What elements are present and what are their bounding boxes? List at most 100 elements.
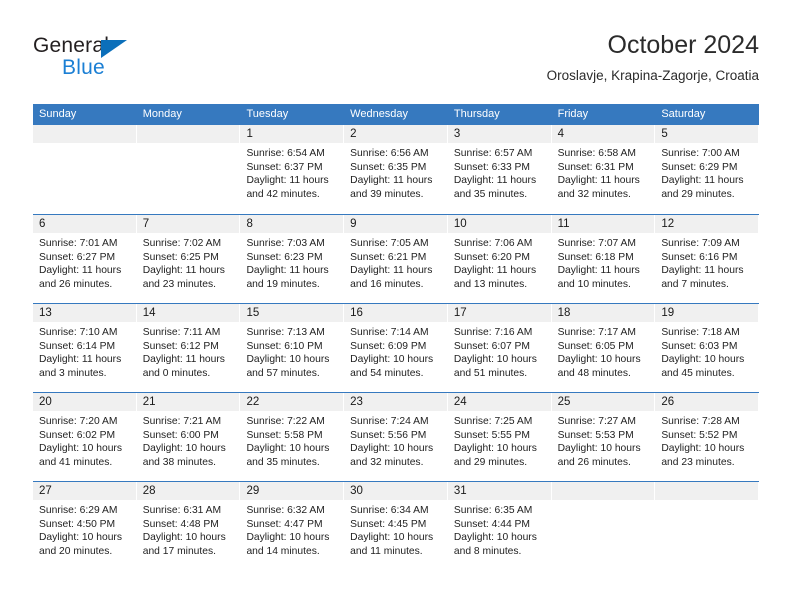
sunrise-text: Sunrise: 7:25 AM: [453, 416, 533, 427]
sunset-text: Sunset: 6:14 PM: [39, 340, 116, 352]
day-number: 6: [33, 215, 137, 233]
daylight-text-line2: and 13 minutes.: [453, 278, 528, 290]
calendar-day-cell[interactable]: 4 Sunrise: 6:58 AM Sunset: 6:31 PM Daylight…: [551, 125, 656, 214]
calendar-day-cell[interactable]: 19 Sunrise: 7:18 AM Sunset: 6:03 PM Dayligh…: [655, 304, 760, 392]
sunset-text: Sunset: 5:52 PM: [661, 429, 738, 441]
calendar-day-cell[interactable]: 21 Sunrise: 7:21 AM Sunset: 6:00 PM Dayligh…: [136, 393, 241, 481]
daylight-text-line2: and 32 minutes.: [557, 188, 631, 200]
calendar-day-cell[interactable]: 18 Sunrise: 7:17 AM Sunset: 6:05 PM Dayligh…: [551, 304, 656, 392]
day-sun-info: Sunrise: 7:16 AM Sunset: 6:07 PM Daylight:…: [448, 322, 552, 380]
day-sun-info: Sunrise: 7:00 AM Sunset: 6:29 PM Daylight:…: [655, 143, 759, 201]
calendar-day-cell-empty: [655, 482, 760, 570]
calendar-day-cell[interactable]: 20 Sunrise: 7:20 AM Sunset: 6:02 PM Dayligh…: [33, 393, 137, 481]
day-sun-info: Sunrise: 6:56 AM Sunset: 6:35 PM Daylight:…: [344, 143, 448, 201]
daylight-text-line1: Daylight: 11 hours: [142, 354, 225, 366]
calendar-day-cell[interactable]: 26 Sunrise: 7:28 AM Sunset: 5:52 PM Dayligh…: [655, 393, 760, 481]
daylight-text-line1: Daylight: 10 hours: [142, 532, 226, 544]
day-number: 5: [655, 125, 760, 143]
day-sun-info: Sunrise: 7:09 AM Sunset: 6:16 PM Daylight:…: [655, 233, 759, 291]
calendar-weeks: 1 Sunrise: 6:54 AM Sunset: 6:37 PM Daylight…: [33, 125, 760, 570]
calendar-day-cell[interactable]: 9 Sunrise: 7:05 AM Sunset: 6:21 PM Daylight…: [344, 215, 448, 303]
day-number: 31: [447, 482, 552, 500]
general-blue-logo: General Blue: [33, 34, 233, 84]
day-sun-info: Sunrise: 7:18 AM Sunset: 6:03 PM Daylight:…: [655, 322, 759, 380]
calendar-day-cell[interactable]: 15 Sunrise: 7:13 AM Sunset: 6:10 PM Dayligh…: [240, 304, 345, 392]
day-number: 12: [655, 215, 760, 233]
calendar-day-cell[interactable]: 23 Sunrise: 7:24 AM Sunset: 5:56 PM Dayligh…: [344, 393, 448, 481]
calendar-day-cell[interactable]: 25 Sunrise: 7:27 AM Sunset: 5:53 PM Dayligh…: [551, 393, 656, 481]
page-header: General Blue October 2024 Oroslavje, Kra…: [0, 0, 792, 100]
sunset-text: Sunset: 6:09 PM: [350, 340, 427, 352]
calendar-day-cell[interactable]: 24 Sunrise: 7:25 AM Sunset: 5:55 PM Dayligh…: [447, 393, 552, 481]
sunset-text: Sunset: 6:25 PM: [142, 251, 219, 263]
daylight-text-line1: Daylight: 10 hours: [453, 354, 537, 366]
daylight-text-line2: and 11 minutes.: [350, 545, 423, 557]
sunrise-text: Sunrise: 7:07 AM: [557, 238, 637, 249]
day-sun-info: Sunrise: 7:27 AM Sunset: 5:53 PM Daylight:…: [552, 411, 656, 469]
sunrise-text: Sunrise: 6:31 AM: [142, 505, 222, 516]
daylight-text-line1: Daylight: 10 hours: [246, 532, 330, 544]
daylight-text-line2: and 23 minutes.: [142, 278, 216, 290]
daylight-text-line1: Daylight: 11 hours: [661, 265, 744, 277]
day-sun-info: Sunrise: 7:10 AM Sunset: 6:14 PM Daylight:…: [33, 322, 137, 380]
daylight-text-line2: and 41 minutes.: [39, 456, 113, 468]
sunrise-text: Sunrise: 6:35 AM: [453, 505, 533, 516]
day-sun-info: Sunrise: 7:03 AM Sunset: 6:23 PM Daylight:…: [240, 233, 344, 291]
sunset-text: Sunset: 6:33 PM: [453, 161, 531, 173]
sunset-text: Sunset: 6:02 PM: [39, 429, 116, 441]
daylight-text-line2: and 57 minutes.: [246, 367, 320, 379]
sunrise-text: Sunrise: 6:57 AM: [453, 148, 533, 159]
calendar-day-cell[interactable]: 8 Sunrise: 7:03 AM Sunset: 6:23 PM Daylight…: [240, 215, 345, 303]
sunset-text: Sunset: 5:53 PM: [557, 429, 634, 441]
day-number: [551, 482, 656, 500]
calendar-week-row: 20 Sunrise: 7:20 AM Sunset: 6:02 PM Dayligh…: [33, 392, 760, 481]
calendar-day-cell[interactable]: 10 Sunrise: 7:06 AM Sunset: 6:20 PM Dayligh…: [447, 215, 552, 303]
calendar-day-cell[interactable]: 27 Sunrise: 6:29 AM Sunset: 4:50 PM Dayligh…: [33, 482, 137, 570]
weekday-header-row: Sunday Monday Tuesday Wednesday Thursday…: [33, 104, 759, 125]
calendar-day-cell[interactable]: 17 Sunrise: 7:16 AM Sunset: 6:07 PM Dayligh…: [447, 304, 552, 392]
calendar-day-cell[interactable]: 22 Sunrise: 7:22 AM Sunset: 5:58 PM Dayligh…: [240, 393, 345, 481]
daylight-text-line2: and 35 minutes.: [246, 456, 320, 468]
sunrise-text: Sunrise: 7:11 AM: [142, 327, 221, 338]
sunset-text: Sunset: 6:21 PM: [350, 251, 427, 263]
day-sun-info: Sunrise: 6:34 AM Sunset: 4:45 PM Daylight:…: [344, 500, 448, 558]
title-block: October 2024 Oroslavje, Krapina-Zagorje,…: [547, 30, 759, 85]
calendar-day-cell[interactable]: 1 Sunrise: 6:54 AM Sunset: 6:37 PM Daylight…: [240, 125, 345, 214]
sunrise-text: Sunrise: 7:09 AM: [661, 238, 740, 249]
calendar-day-cell[interactable]: 16 Sunrise: 7:14 AM Sunset: 6:09 PM Dayligh…: [344, 304, 448, 392]
calendar-day-cell[interactable]: 12 Sunrise: 7:09 AM Sunset: 6:16 PM Dayligh…: [655, 215, 760, 303]
calendar-day-cell[interactable]: 14 Sunrise: 7:11 AM Sunset: 6:12 PM Dayligh…: [136, 304, 241, 392]
calendar-day-cell[interactable]: 11 Sunrise: 7:07 AM Sunset: 6:18 PM Dayligh…: [551, 215, 656, 303]
sunrise-text: Sunrise: 7:17 AM: [557, 327, 637, 338]
sunrise-text: Sunrise: 7:14 AM: [350, 327, 429, 338]
daylight-text-line2: and 39 minutes.: [350, 188, 424, 200]
daylight-text-line1: Daylight: 10 hours: [350, 443, 434, 455]
day-number: 16: [344, 304, 448, 322]
day-sun-info: Sunrise: 6:35 AM Sunset: 4:44 PM Daylight:…: [448, 500, 552, 558]
calendar-day-cell[interactable]: 31 Sunrise: 6:35 AM Sunset: 4:44 PM Dayligh…: [447, 482, 552, 570]
calendar-day-cell[interactable]: 2 Sunrise: 6:56 AM Sunset: 6:35 PM Daylight…: [344, 125, 448, 214]
calendar-day-cell[interactable]: 13 Sunrise: 7:10 AM Sunset: 6:14 PM Dayligh…: [33, 304, 137, 392]
daylight-text-line2: and 17 minutes.: [142, 545, 216, 557]
daylight-text-line2: and 7 minutes.: [661, 278, 729, 290]
daylight-text-line1: Daylight: 11 hours: [39, 265, 122, 277]
sunset-text: Sunset: 6:37 PM: [246, 161, 323, 173]
daylight-text-line1: Daylight: 10 hours: [350, 354, 434, 366]
sunrise-text: Sunrise: 7:24 AM: [350, 416, 429, 427]
day-sun-info: Sunrise: 7:02 AM Sunset: 6:25 PM Daylight:…: [137, 233, 241, 291]
day-sun-info: Sunrise: 7:05 AM Sunset: 6:21 PM Daylight:…: [344, 233, 448, 291]
calendar-day-cell[interactable]: 29 Sunrise: 6:32 AM Sunset: 4:47 PM Dayligh…: [240, 482, 345, 570]
calendar-day-cell[interactable]: 3 Sunrise: 6:57 AM Sunset: 6:33 PM Daylight…: [447, 125, 552, 214]
day-number: 18: [551, 304, 656, 322]
calendar-day-cell[interactable]: 6 Sunrise: 7:01 AM Sunset: 6:27 PM Daylight…: [33, 215, 137, 303]
calendar-day-cell[interactable]: 7 Sunrise: 7:02 AM Sunset: 6:25 PM Daylight…: [136, 215, 241, 303]
daylight-text-line1: Daylight: 11 hours: [350, 175, 433, 187]
calendar-day-cell[interactable]: 28 Sunrise: 6:31 AM Sunset: 4:48 PM Dayligh…: [136, 482, 241, 570]
sunset-text: Sunset: 5:58 PM: [246, 429, 323, 441]
calendar-day-cell[interactable]: 5 Sunrise: 7:00 AM Sunset: 6:29 PM Daylight…: [655, 125, 760, 214]
sunset-text: Sunset: 6:07 PM: [453, 340, 531, 352]
sunset-text: Sunset: 4:45 PM: [350, 518, 427, 530]
calendar-day-cell[interactable]: 30 Sunrise: 6:34 AM Sunset: 4:45 PM Dayligh…: [344, 482, 448, 570]
daylight-text-line1: Daylight: 10 hours: [557, 354, 641, 366]
sunrise-text: Sunrise: 7:10 AM: [39, 327, 118, 338]
